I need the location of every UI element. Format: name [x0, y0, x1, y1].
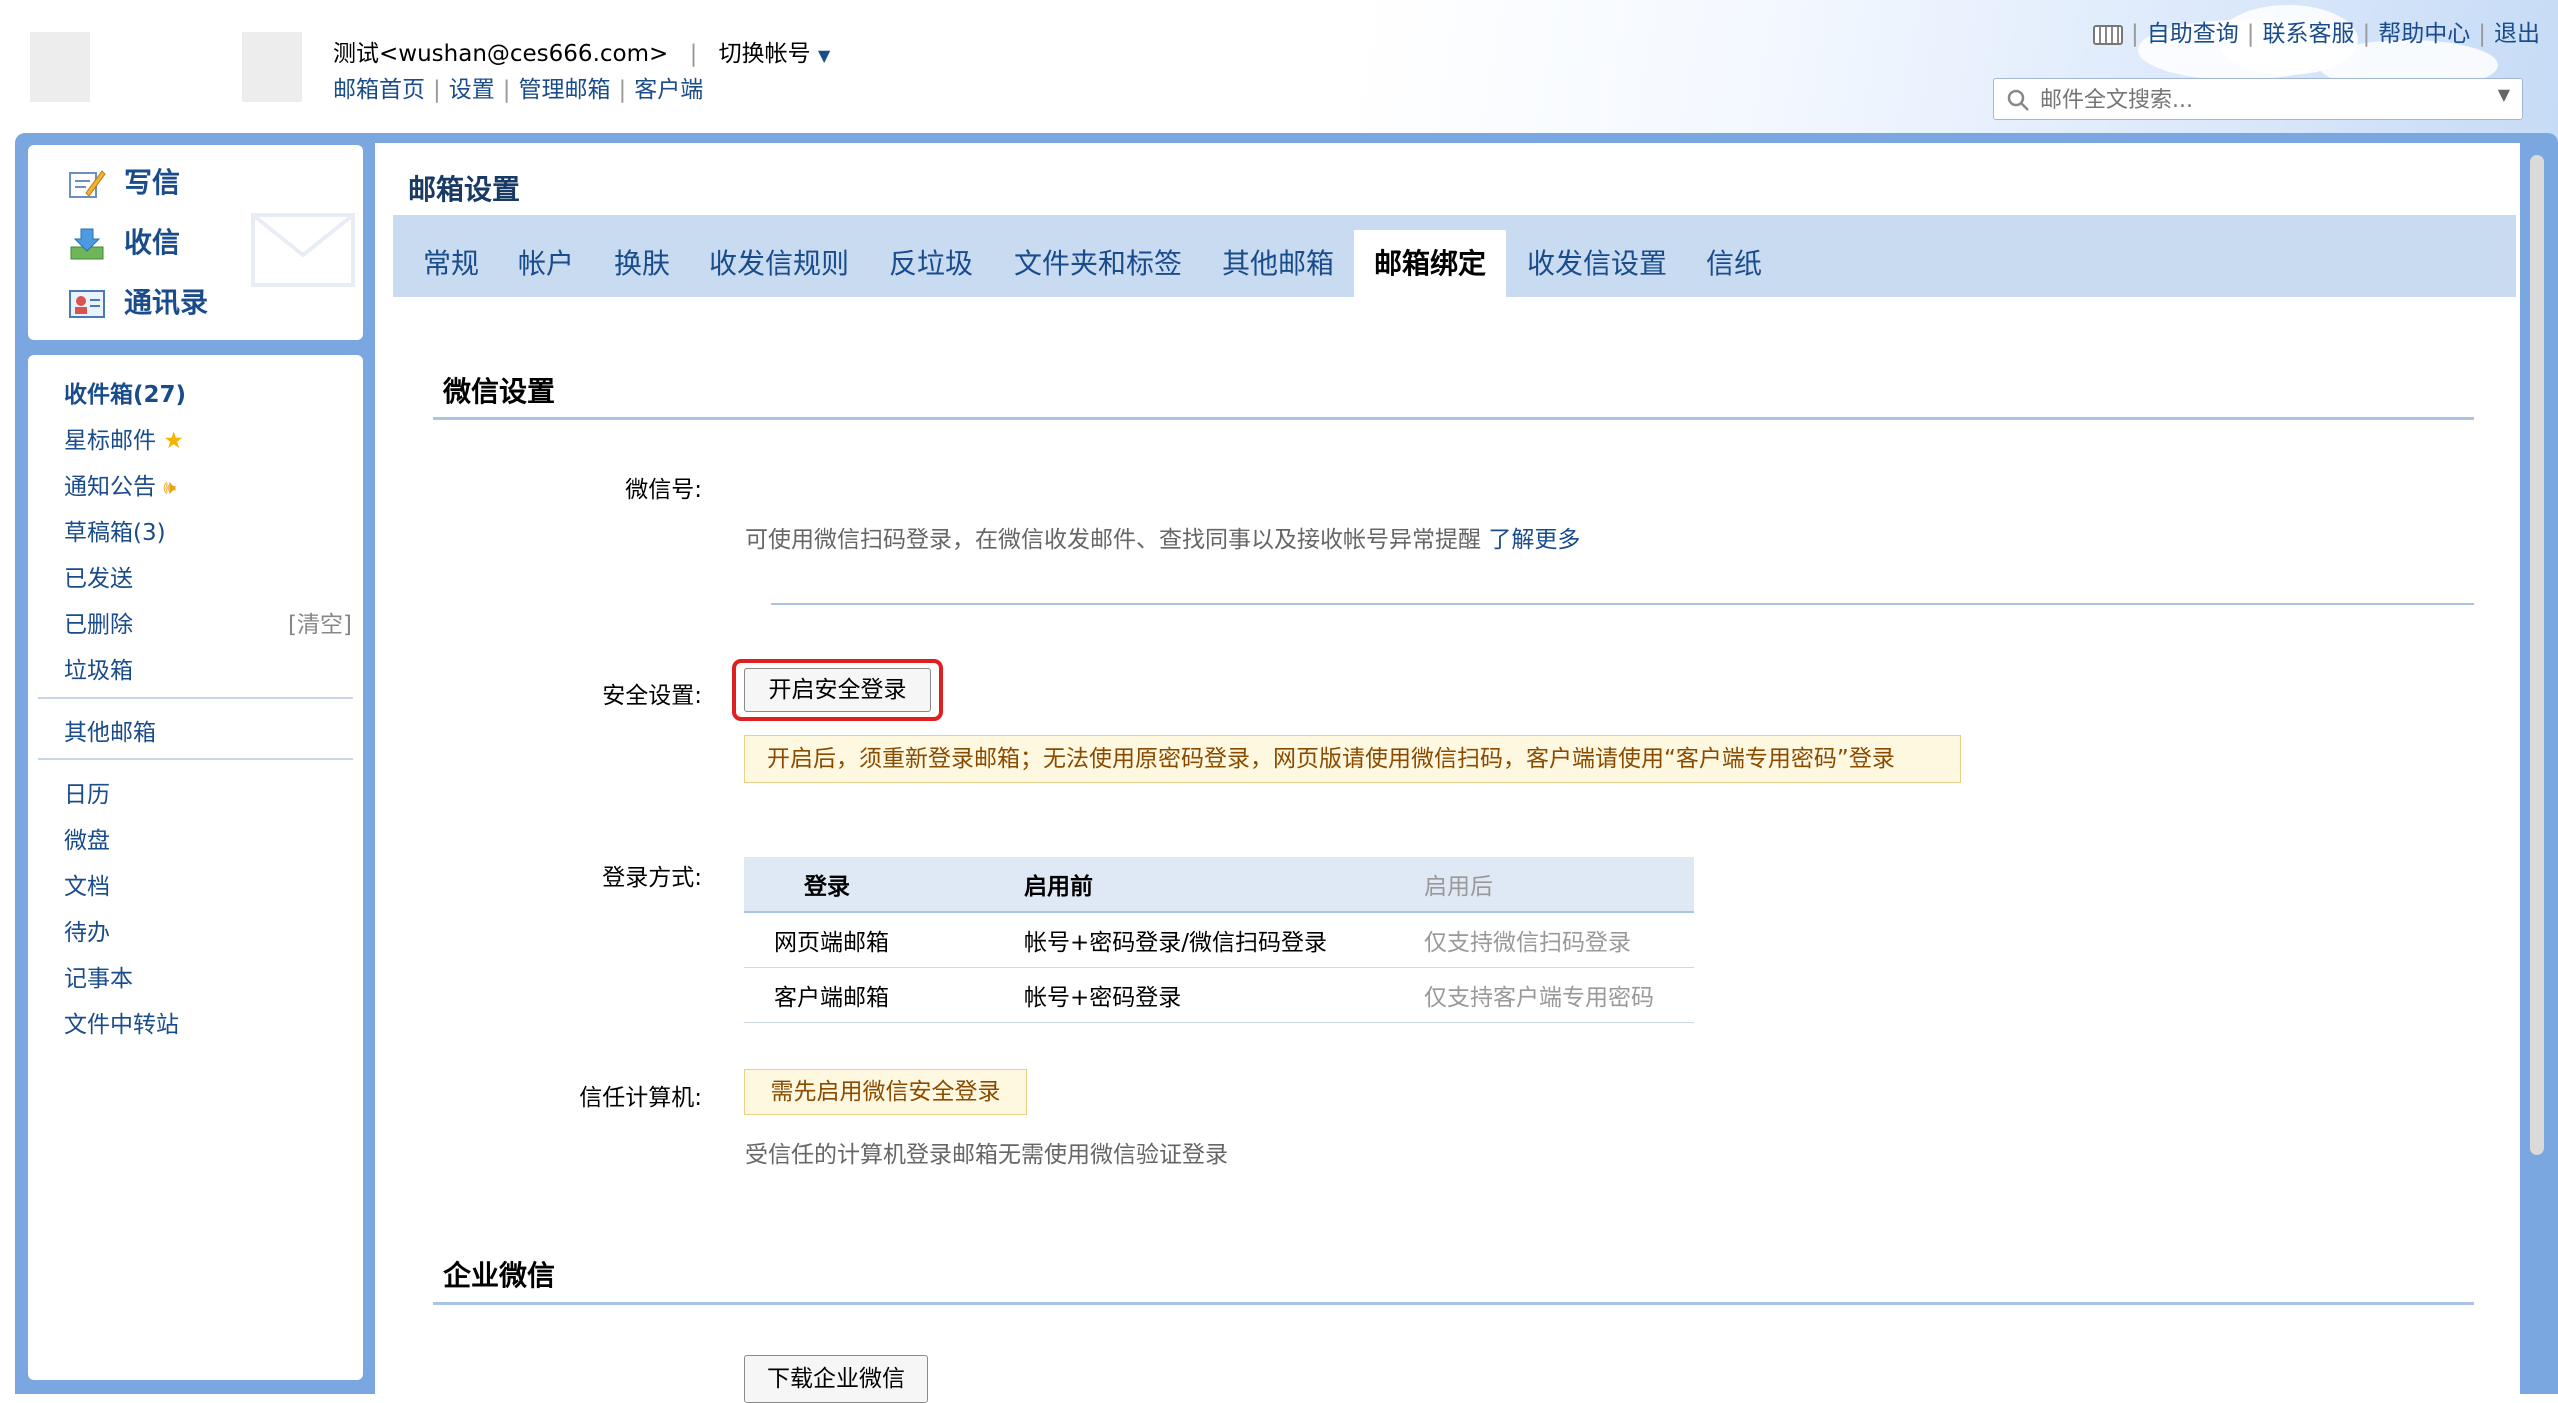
table-cell: 帐号+密码登录: [994, 967, 1394, 1023]
trusted-computer-description: 受信任的计算机登录邮箱无需使用微信验证登录: [745, 1142, 1228, 1168]
page-title: 邮箱设置: [408, 173, 521, 206]
section-title-wechat: 微信设置: [443, 375, 556, 408]
search-dropdown-icon[interactable]: ▼: [2498, 85, 2510, 104]
learn-more-link[interactable]: 了解更多: [1488, 527, 1580, 553]
table-row: 客户端邮箱 帐号+密码登录 仅支持客户端专用密码: [744, 967, 1694, 1023]
download-enterprise-wechat-button[interactable]: 下载企业微信: [744, 1355, 928, 1403]
table-cell: 帐号+密码登录/微信扫码登录: [994, 912, 1394, 968]
tab-mail-rules[interactable]: 收发信规则: [689, 230, 869, 297]
app-disk[interactable]: 微盘: [64, 821, 110, 855]
enable-secure-login-button[interactable]: 开启安全登录: [744, 668, 931, 712]
logo-placeholder: [242, 32, 302, 102]
trusted-computer-label: 信任计算机:: [579, 1085, 702, 1111]
nav-link-manage[interactable]: 管理邮箱: [519, 77, 611, 103]
contacts-icon: [68, 287, 106, 321]
logo-placeholder: [30, 32, 90, 102]
app-todo[interactable]: 待办: [64, 913, 110, 947]
folder-inbox[interactable]: 收件箱(27): [64, 375, 186, 409]
customer-service-link[interactable]: 联系客服: [2263, 21, 2355, 47]
folder-spam[interactable]: 垃圾箱: [64, 651, 133, 685]
header: 测试<wushan@ces666.com> | 切换帐号 ▼ 邮箱首页 | 设置 | 管…: [0, 0, 2558, 150]
search-input[interactable]: [2038, 83, 2472, 117]
account-info: 测试<wushan@ces666.com> | 切换帐号 ▼: [333, 41, 831, 67]
folder-drafts[interactable]: 草稿箱(3): [64, 513, 166, 547]
login-method-table: 登录 启用前 启用后 网页端邮箱 帐号+密码登录/微信扫码登录 仅支持微信扫码登…: [744, 857, 1694, 1023]
receive-icon: [68, 227, 106, 261]
folder-starred[interactable]: 星标邮件 ★: [64, 421, 184, 455]
table-header-cell: 登录: [744, 857, 994, 913]
tab-send-receive[interactable]: 收发信设置: [1507, 230, 1687, 297]
envelope-watermark-icon: [251, 213, 355, 287]
header-nav: 邮箱首页 | 设置 | 管理邮箱 | 客户端: [333, 77, 704, 103]
logout-link[interactable]: 退出: [2494, 21, 2540, 47]
folder-sent[interactable]: 已发送: [64, 559, 133, 593]
app-file-transfer[interactable]: 文件中转站: [64, 1005, 179, 1039]
tab-mailbox-binding[interactable]: 邮箱绑定: [1354, 230, 1507, 297]
table-row: 网页端邮箱 帐号+密码登录/微信扫码登录 仅支持微信扫码登录: [744, 912, 1694, 968]
table-cell: 仅支持微信扫码登录: [1394, 912, 1694, 968]
sidebar-actions: 写信 收信 通讯录: [28, 145, 363, 340]
help-center-link[interactable]: 帮助中心: [2378, 21, 2470, 47]
search-box[interactable]: ▼: [1993, 78, 2523, 120]
section-title-enterprise-wechat: 企业微信: [443, 1259, 556, 1292]
folder-deleted[interactable]: 已删除: [64, 605, 133, 639]
tab-anti-spam[interactable]: 反垃圾: [869, 230, 993, 297]
divider: [38, 758, 353, 760]
app-docs[interactable]: 文档: [64, 867, 110, 901]
nav-link-client[interactable]: 客户端: [634, 77, 703, 103]
account-name: 测试<wushan@ces666.com>: [333, 41, 669, 67]
trusted-computer-notice: 需先启用微信安全登录: [744, 1069, 1027, 1115]
self-service-link[interactable]: 自助查询: [2147, 21, 2239, 47]
speaker-icon: 🕪: [163, 475, 176, 499]
table-header-cell: 启用前: [994, 857, 1394, 913]
inbox-receive-button[interactable]: 收信: [68, 221, 180, 261]
tab-skin[interactable]: 换肤: [594, 230, 690, 297]
table-cell: 仅支持客户端专用密码: [1394, 967, 1694, 1023]
nav-link-home[interactable]: 邮箱首页: [333, 77, 425, 103]
table-header-row: 登录 启用前 启用后: [744, 857, 1694, 913]
tab-stationery[interactable]: 信纸: [1686, 230, 1782, 297]
star-icon: ★: [163, 428, 184, 454]
search-icon: [2007, 89, 2029, 111]
contacts-button[interactable]: 通讯录: [68, 281, 208, 321]
security-warning: 开启后，须重新登录邮箱；无法使用原密码登录，网页版请使用微信扫码，客户端请使用“…: [744, 735, 1961, 783]
divider: [771, 603, 2474, 605]
table-header-cell: 启用后: [1394, 857, 1694, 913]
compose-button[interactable]: 写信: [68, 161, 180, 201]
switch-account-button[interactable]: 切换帐号 ▼: [719, 41, 831, 67]
compose-icon: [68, 167, 106, 201]
login-method-label: 登录方式:: [602, 865, 702, 891]
tab-other-mailbox[interactable]: 其他邮箱: [1202, 230, 1354, 297]
folder-other-mailbox[interactable]: 其他邮箱: [64, 713, 156, 747]
nav-link-settings[interactable]: 设置: [449, 77, 495, 103]
keyboard-icon[interactable]: [2093, 24, 2123, 45]
empty-trash-link[interactable]: [清空]: [288, 605, 352, 639]
table-cell: 网页端邮箱: [744, 912, 994, 968]
tab-general[interactable]: 常规: [403, 230, 499, 297]
tab-account[interactable]: 帐户: [498, 230, 594, 297]
security-label: 安全设置:: [602, 683, 702, 709]
wechat-id-label: 微信号:: [625, 477, 702, 503]
tab-folders-labels[interactable]: 文件夹和标签: [994, 230, 1202, 297]
divider: [38, 697, 353, 699]
wechat-description: 可使用微信扫码登录，在微信收发邮件、查找同事以及接收帐号异常提醒 了解更多: [745, 527, 1581, 553]
section-divider: [433, 417, 2474, 420]
caret-down-icon: ▼: [817, 46, 831, 65]
settings-body: [393, 297, 2516, 1394]
scrollbar[interactable]: [2530, 155, 2544, 1155]
app-notes[interactable]: 记事本: [64, 959, 133, 993]
folder-notice[interactable]: 通知公告 🕪: [64, 467, 176, 501]
section-divider: [433, 1302, 2474, 1305]
app-calendar[interactable]: 日历: [64, 775, 110, 809]
table-cell: 客户端邮箱: [744, 967, 994, 1023]
top-links: | 自助查询 | 联系客服 | 帮助中心 | 退出: [2093, 14, 2540, 48]
